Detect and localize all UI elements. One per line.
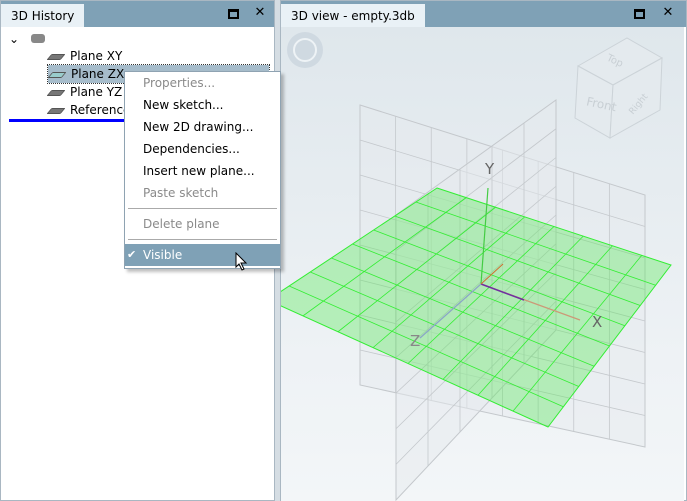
view-cube[interactable]: Top Front Right — [574, 37, 664, 139]
menu-item-paste-sketch[interactable]: Paste sketch — [125, 182, 280, 204]
menu-item-new-sketch[interactable]: New sketch... — [125, 94, 280, 116]
menu-item-visible[interactable]: ✔ Visible — [125, 244, 280, 266]
scene[interactable]: Top Front Right Y X Z — [281, 27, 684, 501]
tab-3d-history[interactable]: 3D History — [1, 4, 85, 27]
plane-icon — [47, 71, 67, 78]
mouse-cursor-icon — [235, 252, 248, 271]
menu-separator — [128, 208, 277, 209]
close-icon[interactable]: ✕ — [661, 6, 675, 20]
tree-item-plane-xy[interactable]: Plane XY — [46, 47, 122, 65]
drop-indicator — [9, 119, 129, 122]
part-icon — [30, 34, 45, 43]
panel-header: 3D view - empty.3db ✕ — [281, 1, 686, 27]
plane-icon — [46, 107, 66, 114]
menu-item-dependencies[interactable]: Dependencies... — [125, 138, 280, 160]
plane-icon — [46, 89, 66, 96]
z-axis-label: Z — [410, 332, 420, 350]
plane-icon — [46, 53, 66, 60]
x-axis-label: X — [592, 313, 602, 331]
menu-item-properties[interactable]: Properties... — [125, 72, 280, 94]
navigation-ring-icon[interactable] — [287, 32, 323, 68]
context-menu: Properties... New sketch... New 2D drawi… — [124, 71, 281, 271]
menu-item-insert-new-plane[interactable]: Insert new plane... — [125, 160, 280, 182]
tree-root[interactable]: ⌄ — [9, 30, 45, 48]
maximize-icon[interactable] — [228, 9, 239, 19]
tree-item-reference[interactable]: Reference — [46, 101, 130, 119]
tab-3d-view[interactable]: 3D view - empty.3db — [281, 4, 425, 27]
panel-header: 3D History ✕ — [1, 1, 274, 27]
3d-viewport[interactable]: Top Front Right Y X Z — [281, 27, 684, 501]
chevron-down-icon[interactable]: ⌄ — [9, 32, 19, 46]
menu-item-delete-plane[interactable]: Delete plane — [125, 213, 280, 235]
menu-item-new-2d-drawing[interactable]: New 2D drawing... — [125, 116, 280, 138]
y-axis-label: Y — [484, 160, 495, 178]
maximize-icon[interactable] — [634, 9, 645, 19]
checkmark-icon: ✔ — [127, 248, 137, 261]
menu-separator — [128, 239, 277, 240]
tree-item-plane-yz[interactable]: Plane YZ — [46, 83, 122, 101]
close-icon[interactable]: ✕ — [253, 6, 267, 20]
